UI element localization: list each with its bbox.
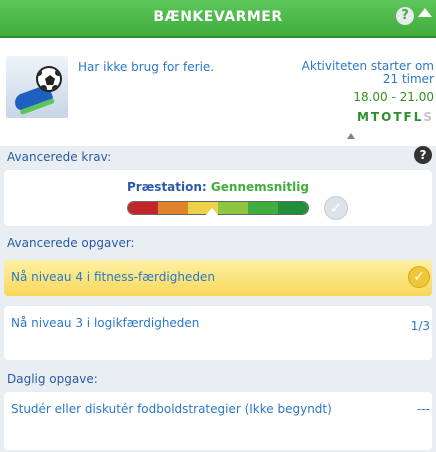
panel-header: BÆNKEVARMER ? <box>0 0 436 38</box>
daily-task-item[interactable]: Studér eller diskutér fodboldstrategier … <box>4 392 432 450</box>
career-info: Har ikke brug for ferie. Aktiviteten sta… <box>0 38 436 146</box>
start-time-hours: 21 timer <box>382 72 434 86</box>
career-icon <box>6 56 68 118</box>
task-item[interactable]: Nå niveau 4 i fitness-færdigheden ✓ <box>4 260 432 296</box>
task-item[interactable]: Nå niveau 3 i logikfærdigheden 1/3 <box>4 306 432 360</box>
work-days-on: MTOTFL <box>356 110 424 124</box>
meter-segment <box>218 202 248 214</box>
daily-task-label: Studér eller diskutér fodboldstrategier … <box>11 402 332 416</box>
career-title: BÆNKEVARMER <box>153 9 283 25</box>
career-panel: BÆNKEVARMER ? Har ikke brug for ferie. A… <box>0 0 436 452</box>
task-label: Nå niveau 4 i fitness-færdigheden <box>11 270 215 284</box>
career-flavor-text: Har ikke brug for ferie. <box>78 60 215 74</box>
work-days: MTOTFLS <box>302 111 434 124</box>
work-hours: 18.00 - 21.00 <box>353 90 434 104</box>
schedule: Aktiviteten starter om 21 timer 18.00 - … <box>302 60 434 124</box>
meter-segment <box>128 202 158 214</box>
performance-key: Præstation: <box>127 180 207 194</box>
performance-box: Præstation: Gennemsnitlig ✓ <box>4 170 432 226</box>
current-day-pointer-icon <box>347 133 355 139</box>
requirements-help-icon[interactable]: ? <box>414 146 432 164</box>
requirements-heading: Avancerede krav: <box>7 150 112 164</box>
check-icon: ✓ <box>324 196 348 220</box>
help-button[interactable]: ? <box>396 7 414 25</box>
soccer-ball-icon <box>36 66 62 92</box>
daily-task-progress: --- <box>417 402 430 416</box>
daily-heading: Daglig opgave: <box>7 372 98 386</box>
performance-label: Præstation: Gennemsnitlig <box>4 180 432 194</box>
work-days-off: S <box>423 110 434 124</box>
task-progress: 1/3 <box>410 319 430 333</box>
tasks-heading: Avancerede opgaver: <box>7 236 135 250</box>
meter-segment <box>278 202 308 214</box>
performance-value: Gennemsnitlig <box>210 180 309 194</box>
performance-marker-icon <box>204 208 220 217</box>
meter-segment <box>158 202 188 214</box>
meter-segment <box>248 202 278 214</box>
completed-check-icon: ✓ <box>408 266 430 288</box>
task-label: Nå niveau 3 i logikfærdigheden <box>11 316 200 330</box>
collapse-icon[interactable] <box>418 8 432 17</box>
